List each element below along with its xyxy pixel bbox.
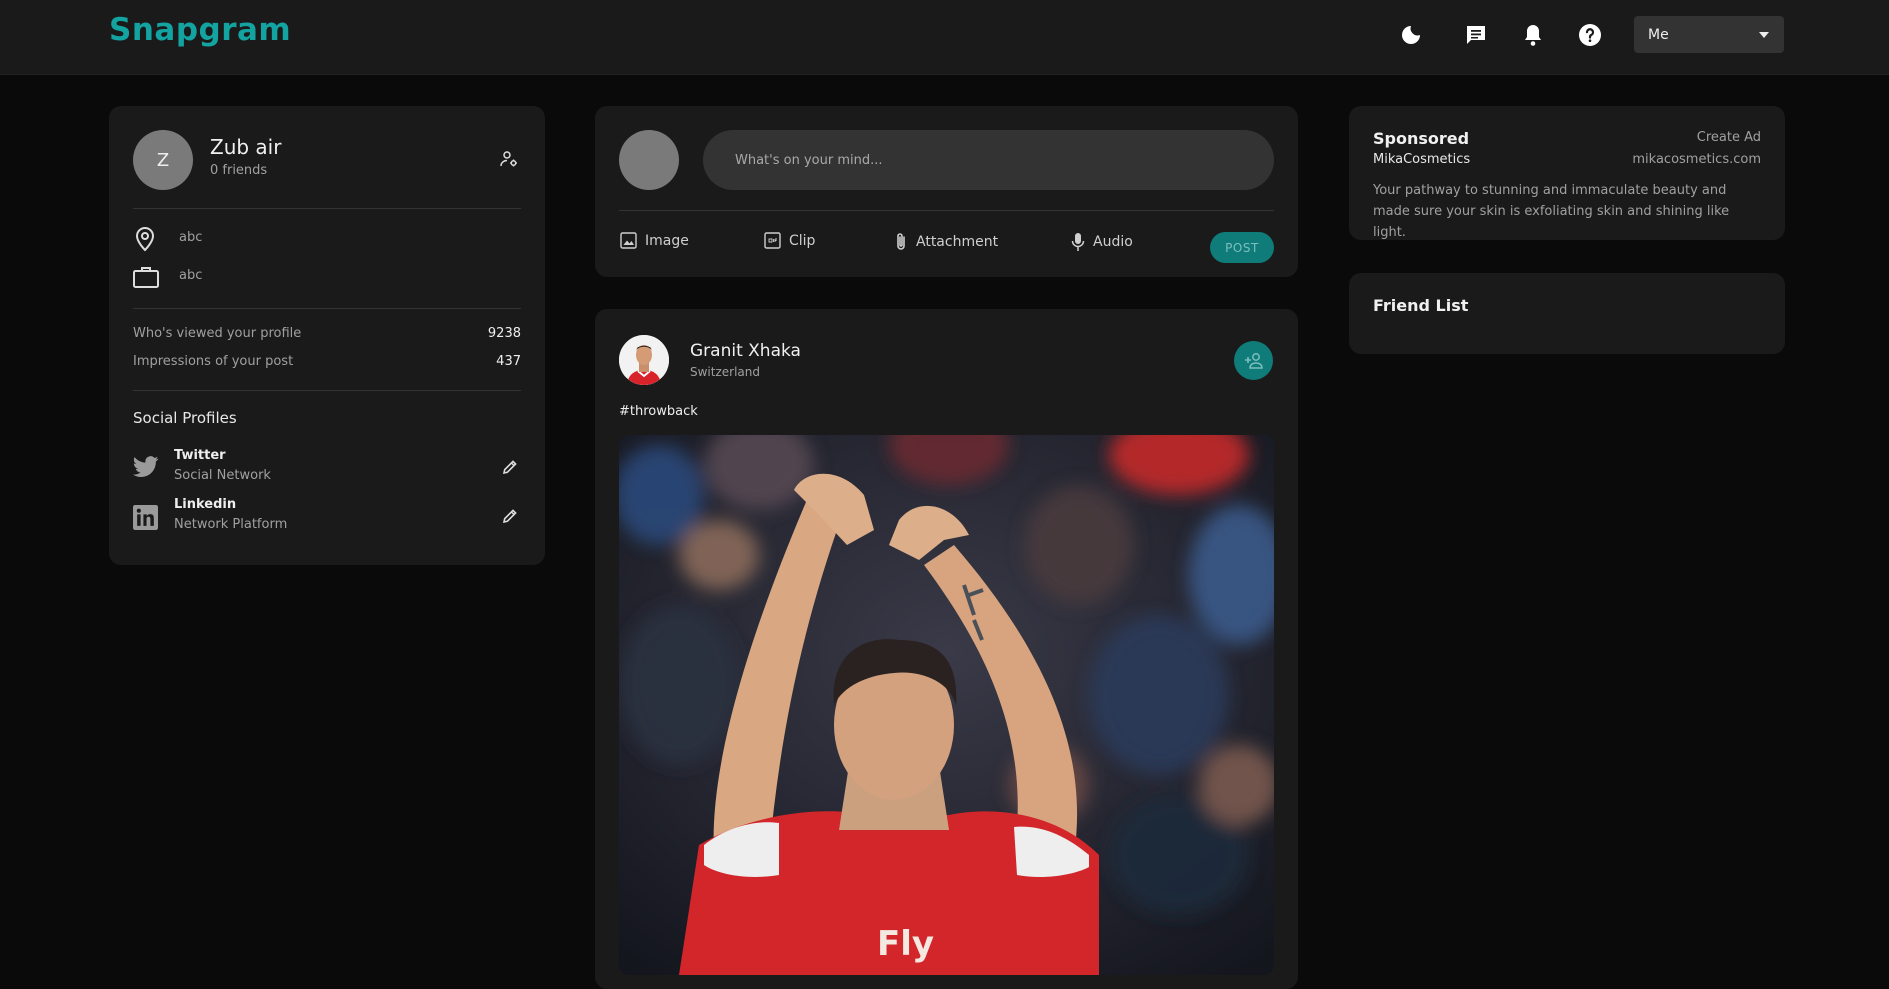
dark-mode-icon[interactable]: [1396, 20, 1426, 50]
sponsor-site[interactable]: mikacosmetics.com: [1632, 152, 1761, 167]
profile-divider-2: [133, 308, 521, 309]
post-caption: #throwback: [619, 404, 698, 419]
message-icon[interactable]: [1461, 20, 1491, 50]
friend-list-card: Friend List: [1349, 273, 1785, 354]
jersey-sponsor-text: Fly: [877, 924, 934, 964]
attachment-icon: [897, 233, 905, 250]
post-photo: Fly: [619, 435, 1274, 975]
composer-avatar: [619, 130, 679, 190]
profile-views-value: 9238: [487, 326, 521, 341]
sponsor-description: Your pathway to stunning and immaculate …: [1373, 183, 1730, 240]
add-friend-button[interactable]: [1234, 341, 1273, 380]
profile-card: Z Zub air 0 friends abc abc Who's viewed…: [109, 106, 545, 565]
caret-down-icon: [1759, 31, 1769, 38]
notifications-icon[interactable]: [1518, 20, 1548, 50]
post-author-location: Switzerland: [690, 365, 760, 379]
post-image[interactable]: Fly: [619, 435, 1274, 975]
location-icon: [134, 226, 156, 256]
social-linkedin-name[interactable]: Linkedin: [174, 497, 236, 512]
post-input[interactable]: [703, 130, 1274, 190]
post-impressions-value: 437: [496, 354, 521, 369]
share-audio-button[interactable]: Audio: [1071, 232, 1133, 252]
microphone-icon: [1071, 233, 1085, 251]
profile-views-label: Who's viewed your profile: [133, 326, 302, 341]
share-audio-label: Audio: [1093, 234, 1133, 250]
image-icon: [620, 232, 637, 249]
profile-location: abc: [179, 230, 203, 245]
person-add-icon: [1244, 352, 1263, 369]
share-attachment-label: Attachment: [916, 234, 999, 250]
feed-post: Granit Xhaka Switzerland #throwback Fly: [595, 309, 1298, 989]
profile-divider-3: [133, 390, 521, 391]
social-profiles-title: Social Profiles: [133, 409, 237, 427]
manage-account-icon[interactable]: [500, 150, 518, 172]
share-attachment-button[interactable]: Attachment: [894, 232, 998, 252]
social-twitter-name[interactable]: Twitter: [174, 448, 226, 463]
friend-list-title: Friend List: [1373, 296, 1469, 315]
edit-linkedin-icon[interactable]: [502, 508, 518, 528]
social-linkedin-type: Network Platform: [174, 517, 288, 532]
post-author-name[interactable]: Granit Xhaka: [690, 341, 801, 361]
app-logo[interactable]: Snapgram: [109, 12, 291, 48]
share-image-button[interactable]: Image: [620, 232, 689, 249]
account-select-label: Me: [1648, 26, 1669, 43]
sponsor-brand: MikaCosmetics: [1373, 152, 1471, 167]
composer-divider: [619, 210, 1274, 211]
create-ad-link[interactable]: Create Ad: [1697, 130, 1761, 145]
profile-name[interactable]: Zub air: [210, 135, 281, 159]
share-image-label: Image: [645, 232, 689, 249]
post-author-avatar[interactable]: [619, 335, 669, 385]
profile-avatar[interactable]: Z: [133, 130, 193, 190]
twitter-icon: [133, 456, 159, 482]
linkedin-icon: [133, 505, 158, 534]
share-clip-button[interactable]: Clip: [764, 232, 815, 249]
profile-occupation: abc: [179, 268, 203, 283]
profile-friends-count: 0 friends: [210, 163, 268, 178]
share-clip-label: Clip: [789, 232, 816, 249]
sponsored-card: Sponsored Create Ad MikaCosmetics mikaco…: [1349, 106, 1785, 240]
top-navbar: Snapgram Me: [0, 0, 1889, 75]
gif-icon: [764, 232, 781, 249]
account-select[interactable]: Me: [1634, 16, 1784, 53]
profile-divider-1: [133, 208, 521, 209]
social-twitter-type: Social Network: [174, 468, 271, 483]
sponsored-title: Sponsored: [1373, 129, 1470, 148]
post-impressions-label: Impressions of your post: [133, 354, 294, 369]
post-button[interactable]: POST: [1210, 232, 1274, 263]
help-icon[interactable]: [1575, 20, 1605, 50]
work-icon: [132, 265, 160, 293]
edit-twitter-icon[interactable]: [502, 459, 518, 479]
